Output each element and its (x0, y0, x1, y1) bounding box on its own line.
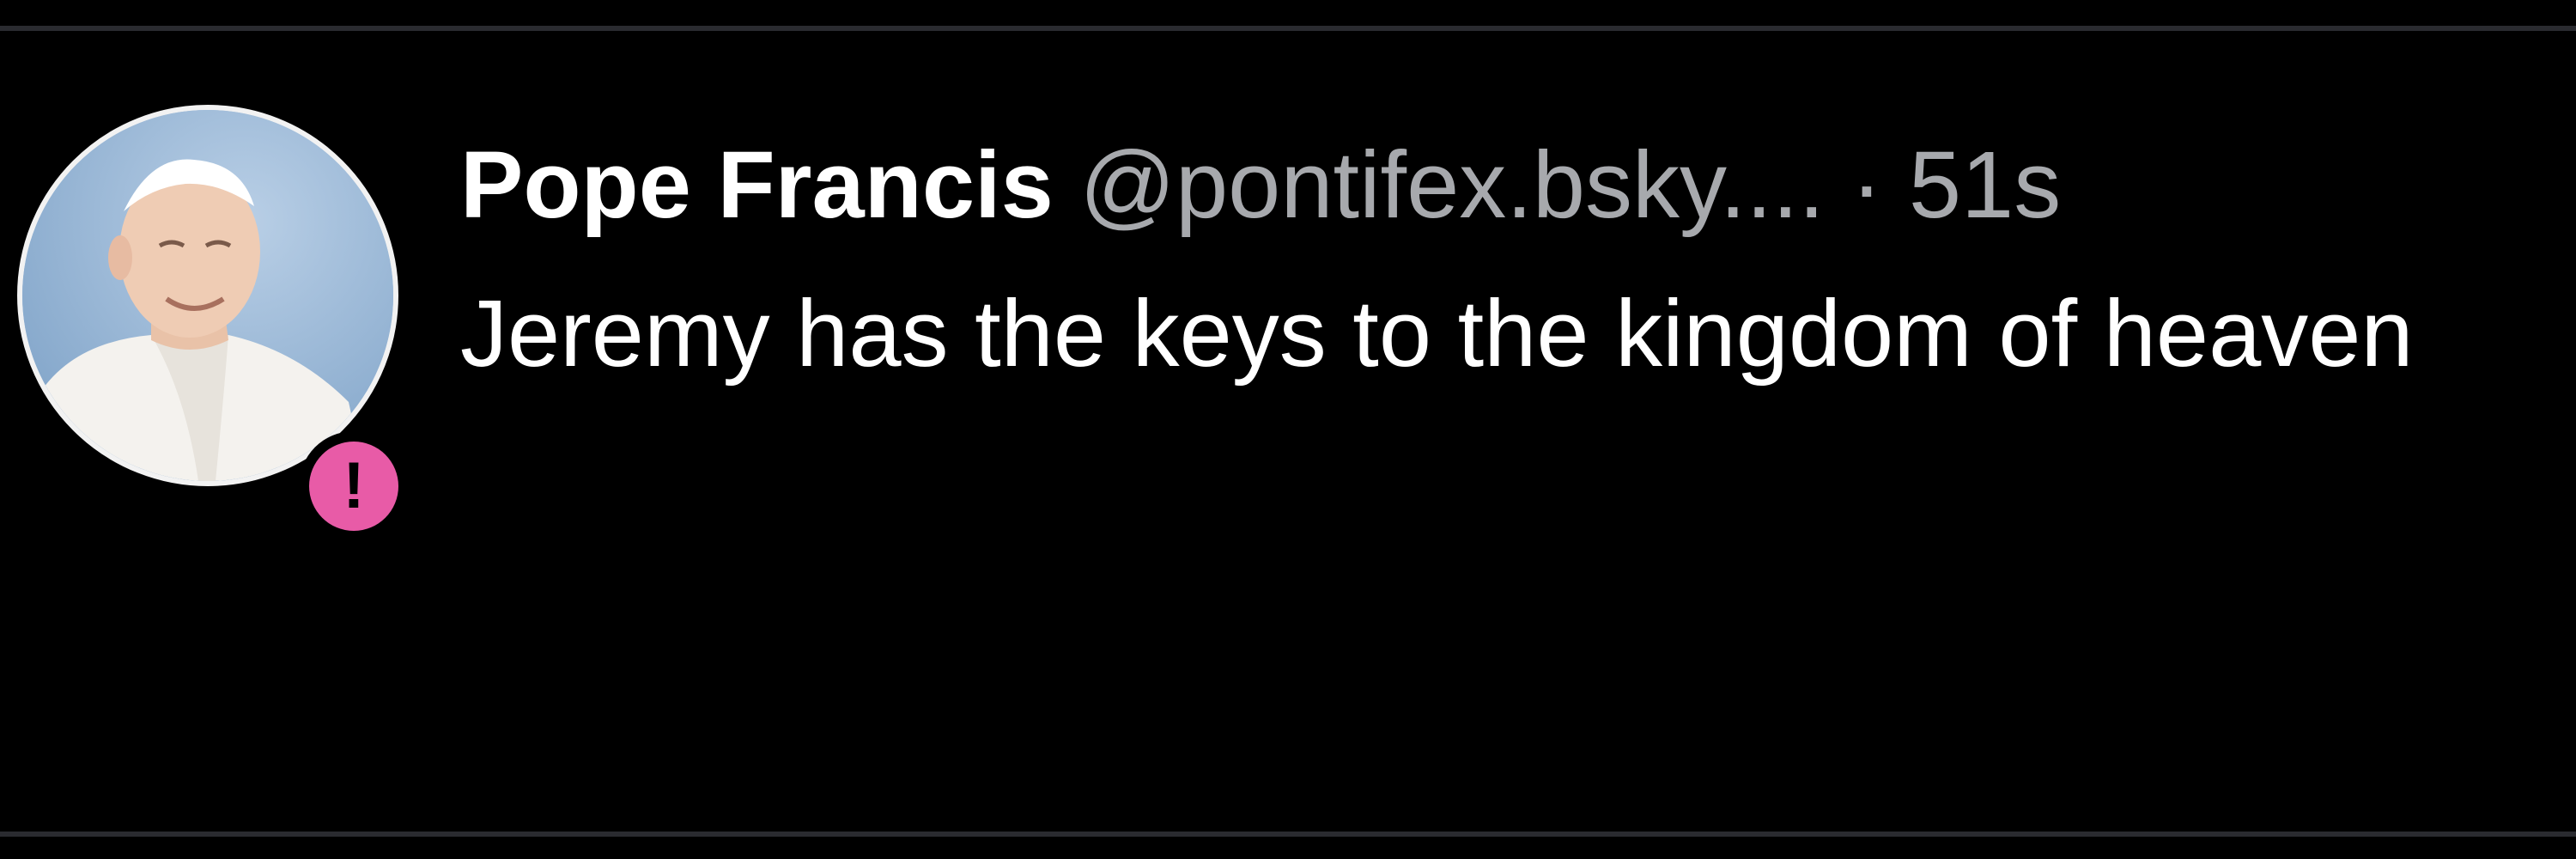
author-display-name[interactable]: Pope Francis (460, 132, 1054, 238)
post-timestamp[interactable]: 51s (1909, 132, 2061, 238)
profile-photo-icon (22, 110, 393, 481)
alert-icon: ! (309, 442, 398, 531)
author-avatar-container[interactable]: ! (17, 105, 409, 541)
bottom-divider (0, 832, 2576, 837)
feed-post[interactable]: ! Pope Francis @pontifex.bsky.... · 51s … (0, 31, 2576, 832)
post-body-text: Jeremy has the keys to the kingdom of he… (460, 281, 2414, 387)
header-separator: · (1850, 132, 1883, 238)
author-avatar[interactable] (17, 105, 398, 486)
author-handle[interactable]: @pontifex.bsky.... (1079, 132, 1825, 238)
post-header: Pope Francis @pontifex.bsky.... · 51s (460, 125, 2555, 246)
alert-badge[interactable]: ! (299, 431, 409, 541)
post-content: Pope Francis @pontifex.bsky.... · 51s Je… (460, 125, 2555, 399)
